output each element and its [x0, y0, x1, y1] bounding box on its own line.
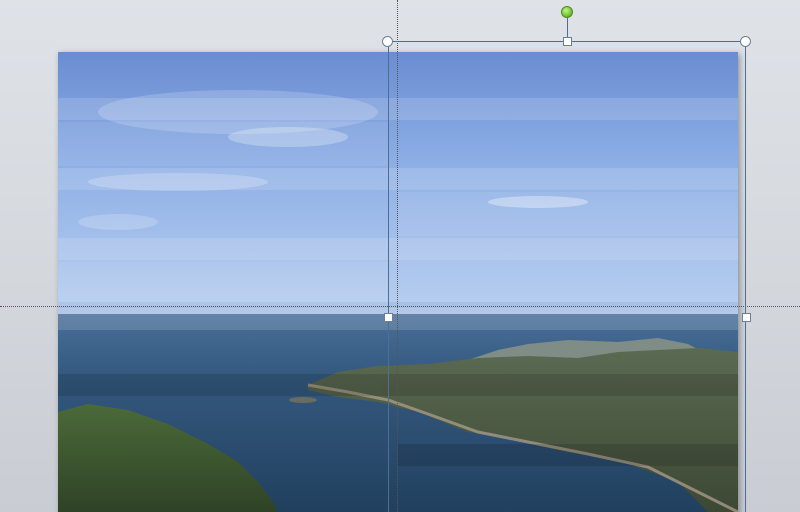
- resize-handle-middle-left[interactable]: [384, 313, 393, 322]
- rotation-handle[interactable]: [561, 6, 573, 18]
- resize-handle-top-middle[interactable]: [563, 37, 572, 46]
- resize-handle-top-right[interactable]: [740, 36, 751, 47]
- resize-handle-top-left[interactable]: [382, 36, 393, 47]
- selection-frame[interactable]: [388, 41, 746, 512]
- resize-handle-middle-right[interactable]: [742, 313, 751, 322]
- slide-canvas[interactable]: [0, 0, 800, 512]
